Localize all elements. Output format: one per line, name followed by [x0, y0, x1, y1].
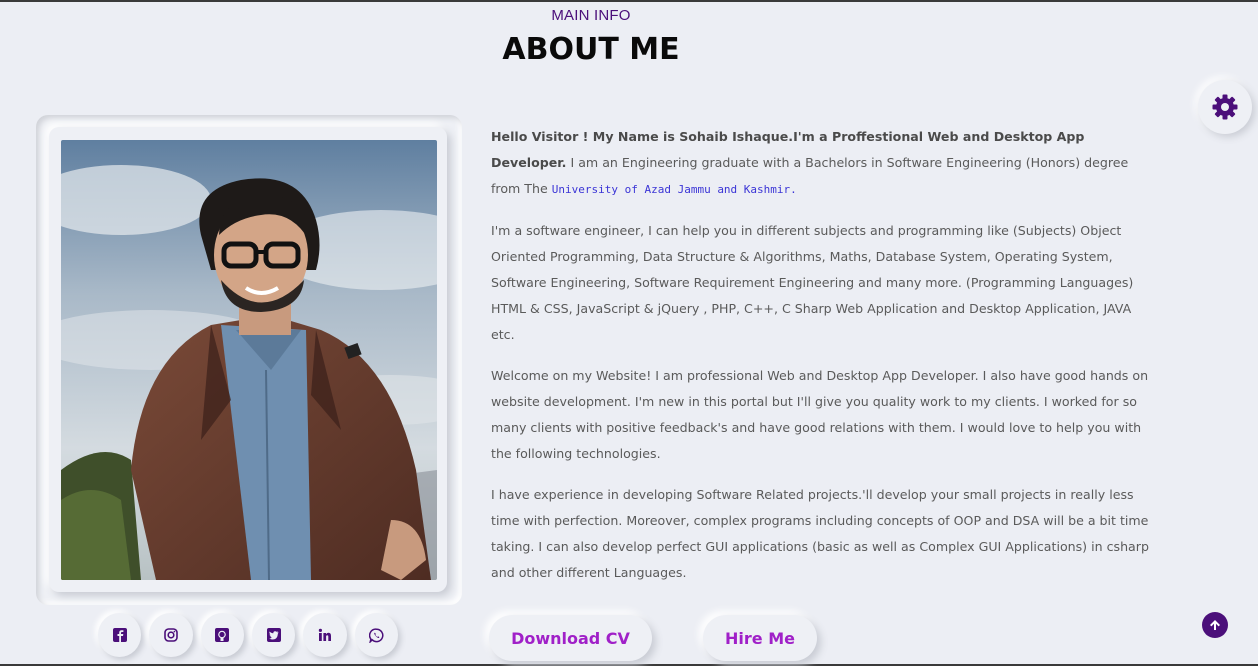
facebook-icon	[112, 628, 127, 642]
university-link[interactable]: University of Azad Jammu and Kashmir.	[552, 183, 797, 196]
section-subtitle: MAIN INFO	[551, 7, 631, 24]
linkedin-icon	[318, 628, 331, 641]
profile-photo-frame	[36, 115, 462, 605]
about-paragraph-welcome: Welcome on my Website! I am professional…	[491, 368, 1149, 461]
github-icon	[215, 628, 230, 642]
whatsapp-link[interactable]	[354, 613, 398, 657]
instagram-icon	[164, 628, 178, 642]
profile-photo	[61, 140, 437, 580]
arrow-up-icon	[1210, 620, 1220, 630]
about-paragraph-experience: I have experience in developing Software…	[491, 487, 1149, 580]
about-paragraph-skills: I'm a software engineer, I can help you …	[491, 223, 1134, 342]
profile-photo-card	[49, 127, 447, 592]
hire-me-button[interactable]: Hire Me	[703, 615, 817, 661]
instagram-link[interactable]	[149, 613, 193, 657]
github-link[interactable]	[200, 613, 244, 657]
about-paragraph-intro: Hello Visitor ! My Name is Sohaib Ishaqu…	[491, 124, 1151, 203]
gear-icon	[1212, 94, 1238, 120]
page-title: ABOUT ME	[502, 32, 680, 67]
about-text: Hello Visitor ! My Name is Sohaib Ishaqu…	[491, 124, 1151, 601]
linkedin-link[interactable]	[303, 613, 347, 657]
whatsapp-icon	[368, 627, 384, 643]
facebook-link[interactable]	[98, 613, 142, 657]
settings-button[interactable]	[1198, 80, 1252, 134]
scroll-to-top-button[interactable]	[1202, 612, 1228, 638]
download-cv-button[interactable]: Download CV	[489, 615, 652, 661]
twitter-icon	[266, 628, 281, 642]
social-links	[98, 613, 398, 657]
twitter-link[interactable]	[251, 613, 296, 657]
